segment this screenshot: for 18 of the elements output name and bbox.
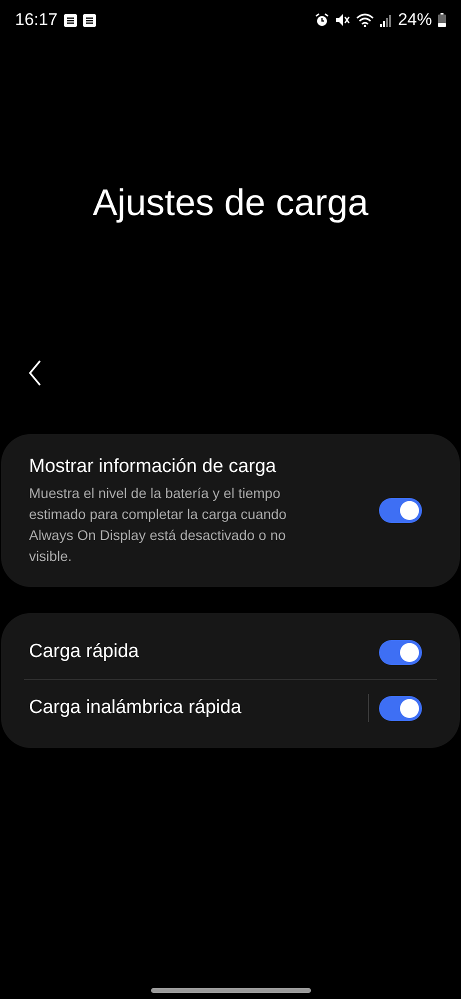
page-title: Ajustes de carga [92, 181, 370, 225]
notification-icon [82, 14, 96, 26]
toggle-switch[interactable] [379, 498, 422, 523]
setting-title: Mostrar información de carga [29, 455, 278, 479]
back-icon [28, 360, 42, 386]
battery-percentage: 24% [398, 9, 432, 32]
setting-title: Carga rápida [29, 640, 140, 664]
battery-icon [438, 13, 446, 27]
clock: 16:17 [15, 9, 58, 32]
notification-icon [64, 14, 77, 26]
toggle-switch[interactable] [379, 640, 422, 664]
setting-title: Carga inalámbrica rápida [29, 696, 242, 720]
signal-icon [380, 14, 392, 26]
toggle-switch[interactable] [379, 696, 422, 720]
alarm-icon [314, 13, 329, 27]
setting-description: Muestra el nivel de la batería y el tiempo estimado para completar la carga cuando Always On Display está desactivado o no visible. [29, 484, 288, 566]
wifi-icon [356, 13, 374, 27]
mute-icon [334, 13, 350, 27]
